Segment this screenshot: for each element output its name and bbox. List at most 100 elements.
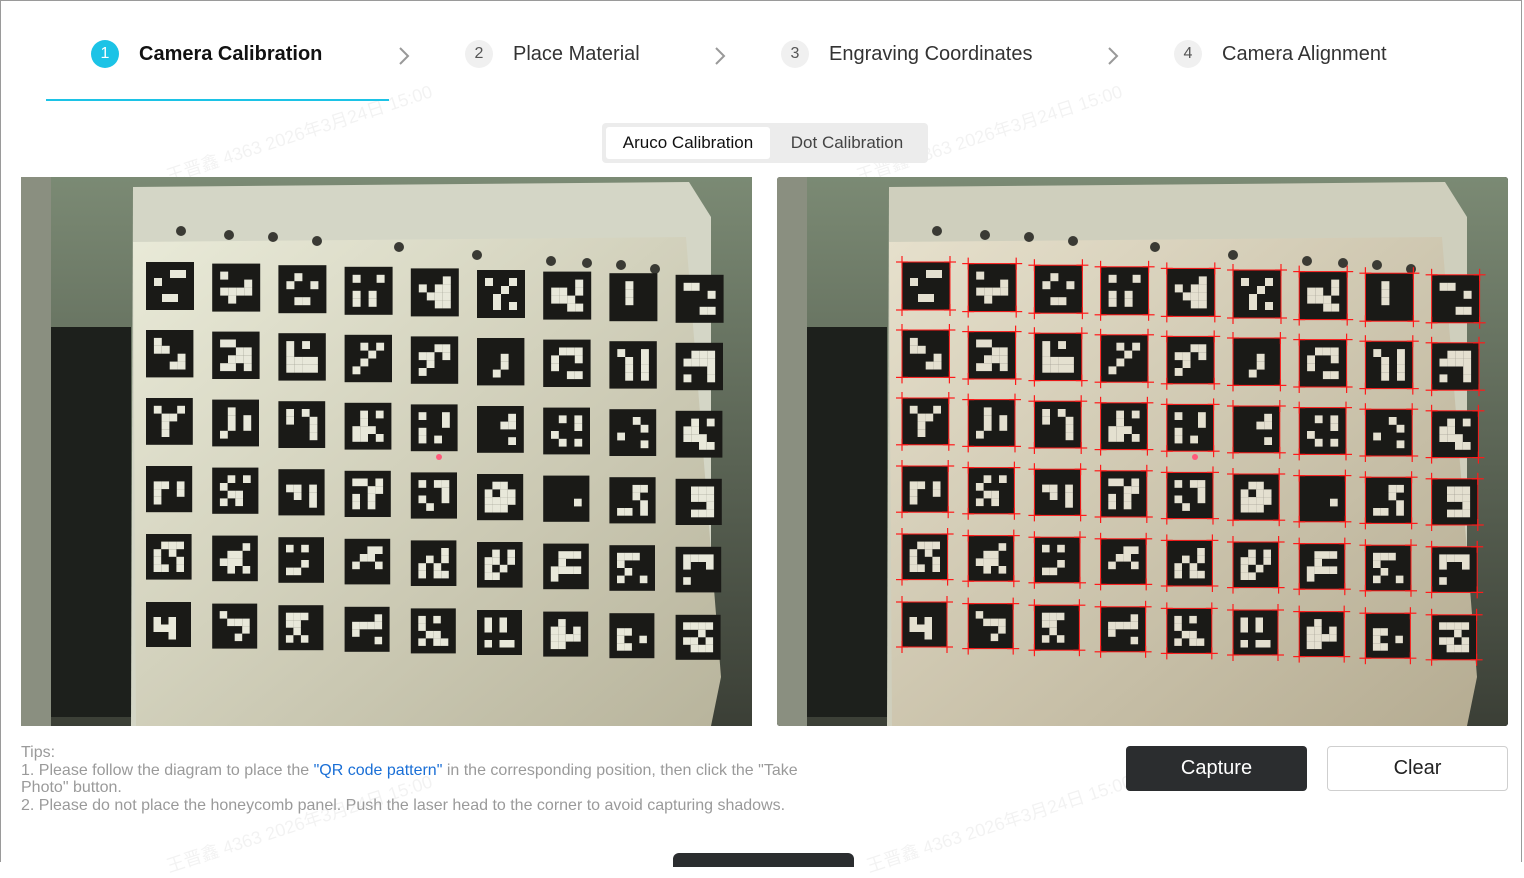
photo-edge (777, 177, 807, 726)
calibration-stepper: 1 Camera Calibration 2 Place Material 3 … (0, 0, 1524, 104)
tab-dot-calibration[interactable]: Dot Calibration (770, 127, 924, 159)
aruco-marker (1166, 540, 1213, 586)
clear-button[interactable]: Clear (1327, 746, 1508, 791)
screw-hole (1068, 236, 1078, 246)
aruco-marker (902, 466, 949, 513)
aruco-marker (1431, 342, 1479, 391)
aruco-marker (146, 262, 194, 310)
aruco-marker (1166, 404, 1214, 452)
aruco-marker (968, 535, 1014, 582)
aruco-marker (278, 605, 324, 651)
chevron-right-icon (1108, 47, 1119, 65)
camera-photo-original (21, 177, 752, 726)
aruco-marker (1299, 407, 1346, 455)
aruco-marker (543, 543, 589, 590)
aruco-marker (1299, 339, 1347, 387)
aruco-marker (1431, 546, 1478, 593)
laser-dot (1192, 454, 1198, 460)
aruco-marker (1100, 470, 1147, 517)
aruco-marker (543, 407, 590, 455)
aruco-marker (1233, 338, 1281, 386)
screw-hole (176, 226, 186, 236)
screw-hole (650, 264, 660, 274)
photo-shadow (807, 327, 887, 717)
step-number: 4 (1174, 40, 1202, 68)
aruco-marker (675, 274, 724, 323)
aruco-marker (212, 467, 259, 514)
aruco-marker (344, 538, 391, 585)
aruco-marker (1100, 266, 1149, 315)
aruco-marker (146, 534, 192, 580)
aruco-marker (1299, 475, 1346, 522)
screw-hole (980, 230, 990, 240)
aruco-marker (968, 467, 1015, 514)
screw-hole (1150, 242, 1160, 252)
aruco-marker (1034, 469, 1081, 516)
tips-heading: Tips: (21, 744, 56, 761)
step-camera-alignment[interactable]: 4 Camera Alignment (1174, 38, 1387, 70)
aruco-marker (1034, 401, 1082, 448)
aruco-marker (675, 342, 723, 391)
aruco-marker (1431, 410, 1479, 458)
aruco-marker (1431, 274, 1480, 323)
aruco-marker (1100, 606, 1146, 652)
aruco-marker (212, 263, 261, 312)
capture-button[interactable]: Capture (1126, 746, 1307, 791)
step-place-material[interactable]: 2 Place Material (465, 38, 640, 70)
aruco-marker (675, 614, 721, 660)
aruco-marker (278, 333, 326, 381)
aruco-marker (410, 404, 458, 452)
aruco-marker (902, 602, 947, 647)
tip-2: 2. Please do not place the honeycomb pan… (21, 796, 786, 814)
step-camera-calibration[interactable]: 1 Camera Calibration (91, 38, 322, 70)
aruco-marker (543, 339, 591, 387)
aruco-marker (212, 399, 259, 447)
aruco-marker (1100, 402, 1148, 450)
aruco-marker (609, 613, 655, 659)
aruco-marker (1299, 271, 1348, 320)
aruco-marker (1233, 474, 1280, 521)
aruco-marker (1034, 605, 1080, 651)
screw-hole (1302, 256, 1312, 266)
aruco-marker (675, 546, 722, 593)
chevron-right-icon (399, 47, 410, 65)
aruco-marker (344, 402, 392, 450)
aruco-marker (410, 336, 459, 384)
aruco-marker (212, 535, 258, 582)
aruco-marker (477, 474, 524, 521)
aruco-marker (344, 606, 390, 652)
screw-hole (582, 258, 592, 268)
aruco-marker (410, 608, 456, 654)
photo-shadow (51, 327, 131, 717)
aruco-marker (278, 469, 325, 516)
aruco-marker (1166, 608, 1212, 654)
screw-hole (1228, 250, 1238, 260)
screw-hole (1338, 258, 1348, 268)
screw-hole (1406, 264, 1416, 274)
aruco-marker (968, 603, 1014, 649)
aruco-marker (212, 331, 260, 379)
chevron-right-icon (715, 47, 726, 65)
aruco-marker (609, 341, 657, 389)
screw-hole (472, 250, 482, 260)
bottom-action-button[interactable] (673, 853, 854, 867)
aruco-marker (609, 477, 656, 524)
active-step-indicator (46, 99, 389, 101)
aruco-marker (278, 265, 327, 314)
aruco-marker (1365, 477, 1412, 524)
calibration-mode-tabs: Aruco Calibration Dot Calibration (602, 123, 928, 163)
aruco-marker (968, 331, 1016, 379)
aruco-marker (477, 270, 525, 318)
qr-code-pattern-link[interactable]: "QR code pattern" (314, 762, 443, 779)
tab-aruco-calibration[interactable]: Aruco Calibration (606, 127, 770, 159)
screw-hole (1372, 260, 1382, 270)
aruco-marker (1365, 613, 1411, 659)
aruco-marker (1299, 611, 1345, 657)
aruco-marker (968, 399, 1015, 447)
step-engraving-coordinates[interactable]: 3 Engraving Coordinates (781, 38, 1032, 70)
aruco-marker (1233, 406, 1280, 453)
aruco-marker (609, 545, 655, 591)
screw-hole (1024, 232, 1034, 242)
aruco-marker (1233, 270, 1281, 318)
step-label: Camera Calibration (139, 42, 323, 65)
